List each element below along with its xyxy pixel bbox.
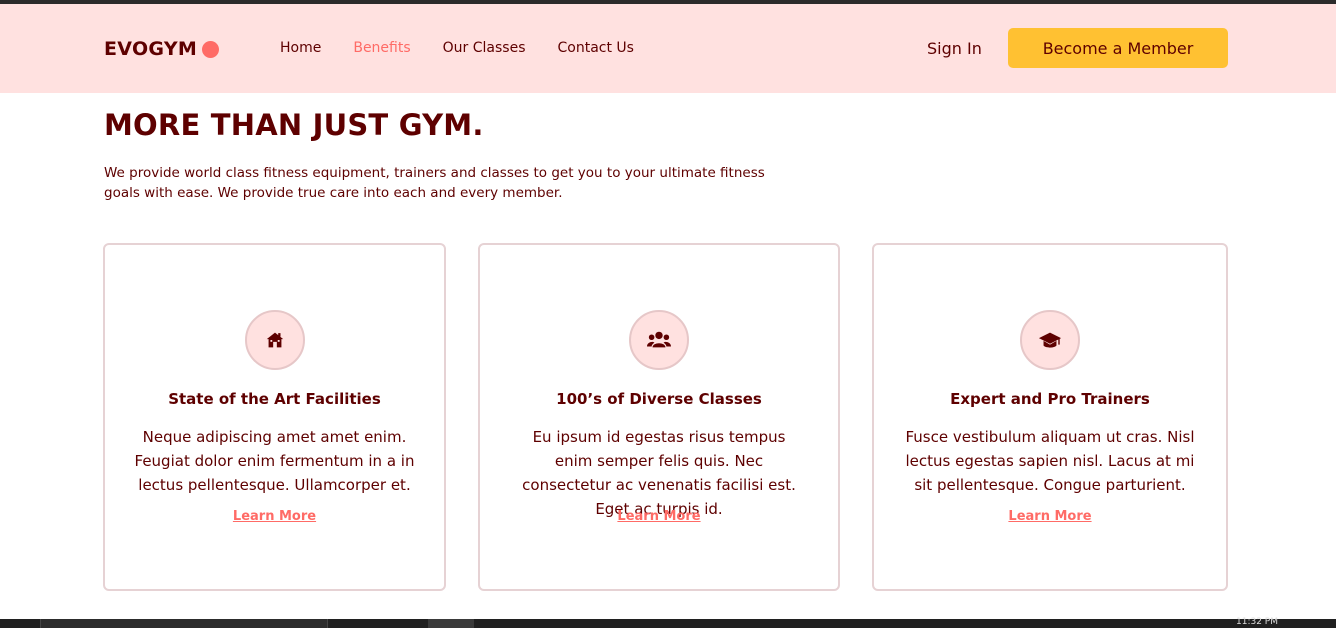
card-title: State of the Art Facilities — [168, 390, 381, 408]
logo-text: EVOGYM — [104, 38, 198, 60]
graduation-cap-icon — [1020, 310, 1080, 370]
learn-more-link[interactable]: Learn More — [874, 509, 1226, 524]
sign-in-link[interactable]: Sign In — [927, 39, 982, 58]
taskbar-search-box[interactable] — [40, 619, 328, 628]
nav-link-our-classes[interactable]: Our Classes — [443, 40, 526, 56]
card-description: Fusce vestibulum aliquam ut cras. Nisl l… — [905, 428, 1195, 494]
taskbar-clock[interactable]: 11:32 PM — [1236, 618, 1278, 627]
benefit-card-facilities: State of the Art Facilities Neque adipis… — [103, 243, 446, 591]
learn-more-link[interactable]: Learn More — [480, 509, 838, 524]
card-description: Neque adipiscing amet amet enim. Feugiat… — [134, 428, 415, 494]
become-member-button[interactable]: Become a Member — [1008, 28, 1228, 68]
nav-link-benefits[interactable]: Benefits — [353, 40, 410, 56]
intro-text: We provide world class fitness equipment… — [104, 165, 765, 201]
taskbar-app-button[interactable] — [428, 619, 474, 628]
os-taskbar: 11:32 PM — [0, 618, 1336, 628]
nav-link-home[interactable]: Home — [280, 40, 321, 56]
benefit-card-classes: 100’s of Diverse Classes Eu ipsum id ege… — [478, 243, 840, 591]
benefit-card-trainers: Expert and Pro Trainers Fusce vestibulum… — [872, 243, 1228, 591]
nav-link-contact-us[interactable]: Contact Us — [558, 40, 634, 56]
learn-more-link[interactable]: Learn More — [105, 509, 444, 524]
card-description: Eu ipsum id egestas risus tempus enim se… — [522, 428, 796, 518]
home-icon — [244, 310, 305, 370]
card-title: Expert and Pro Trainers — [950, 390, 1150, 408]
user-group-icon — [629, 310, 689, 370]
navbar: EVOGYM Home Benefits Our Classes Contact… — [0, 4, 1336, 93]
page-title: MORE THAN JUST GYM. — [104, 108, 484, 142]
logo-dot-icon — [202, 40, 220, 58]
card-title: 100’s of Diverse Classes — [556, 390, 762, 408]
nav-links: Home Benefits Our Classes Contact Us — [280, 40, 666, 56]
logo[interactable]: EVOGYM — [104, 38, 220, 60]
